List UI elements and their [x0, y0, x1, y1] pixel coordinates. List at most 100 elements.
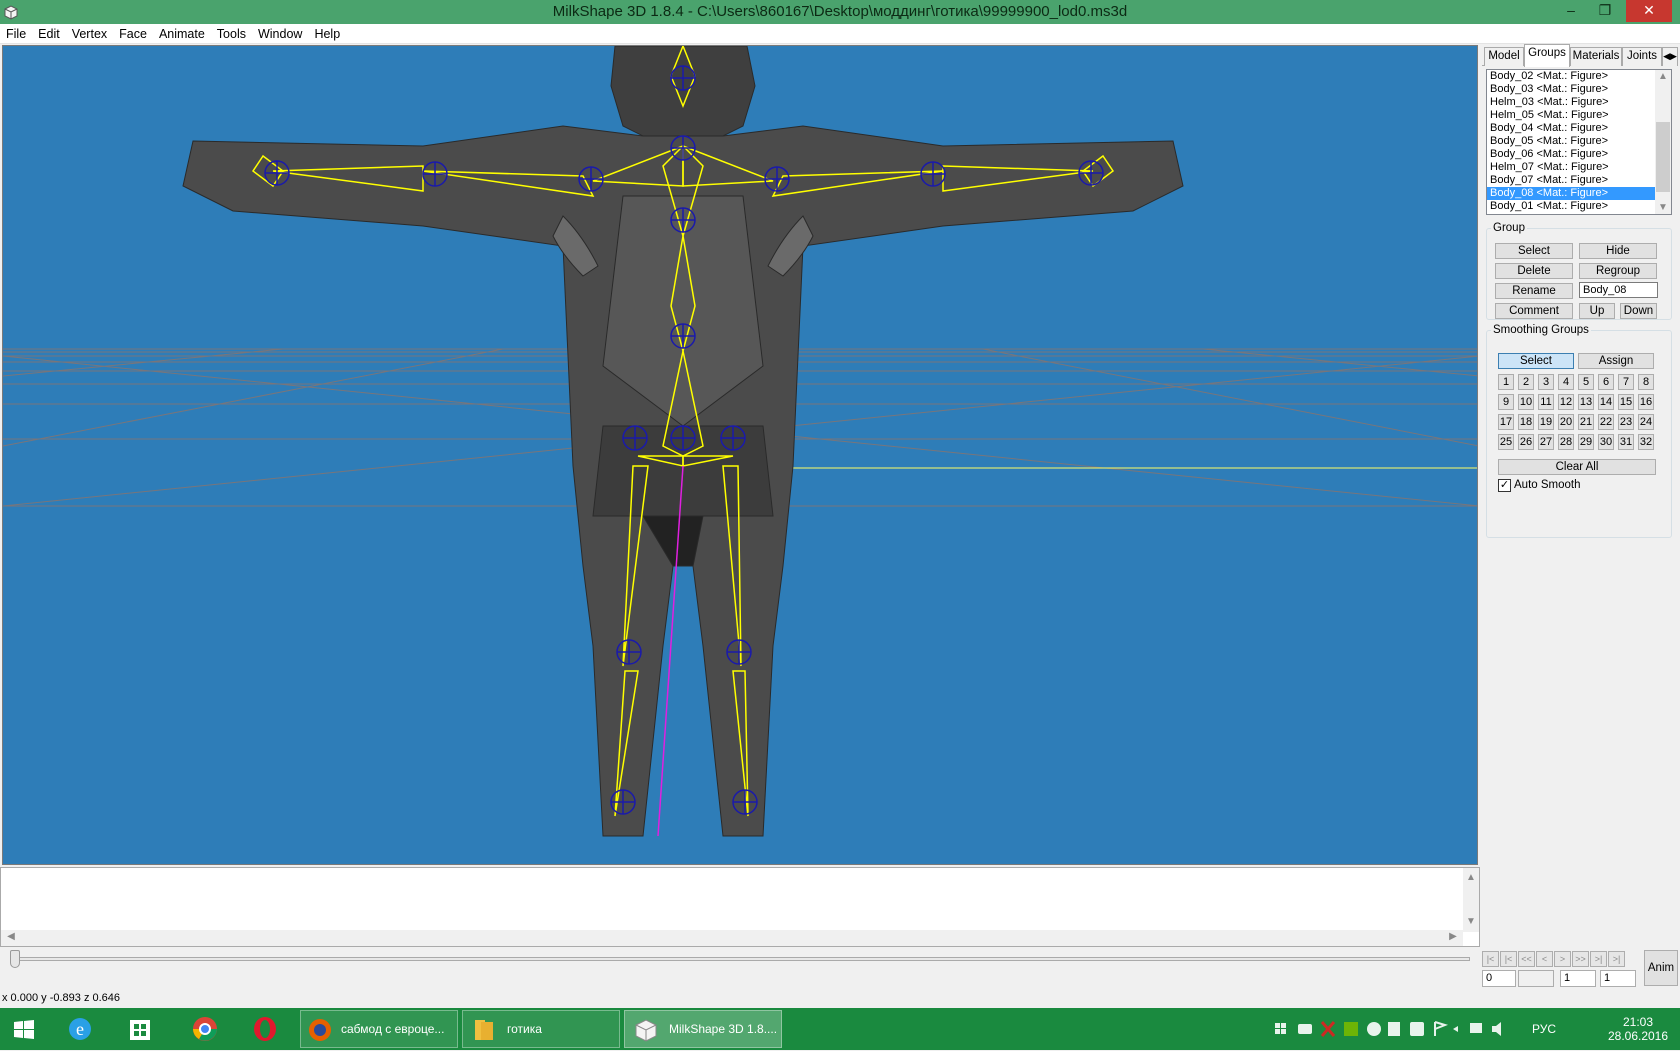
store-icon[interactable] [120, 1010, 160, 1048]
current-frame-field[interactable]: 0 [1482, 970, 1516, 987]
smoothing-group-button[interactable]: 12 [1558, 394, 1574, 410]
smoothing-group-button[interactable]: 27 [1538, 434, 1554, 450]
menu-help[interactable]: Help [308, 24, 346, 44]
group-rename-button[interactable]: Rename [1495, 283, 1573, 299]
smoothing-group-button[interactable]: 9 [1498, 394, 1514, 410]
menu-file[interactable]: File [0, 24, 32, 44]
taskbar-milkshape[interactable]: MilkShape 3D 1.8.... [624, 1010, 782, 1048]
menu-tools[interactable]: Tools [211, 24, 252, 44]
smoothing-group-button[interactable]: 11 [1538, 394, 1554, 410]
smoothing-group-button[interactable]: 8 [1638, 374, 1654, 390]
smoothing-group-button[interactable]: 13 [1578, 394, 1594, 410]
menu-face[interactable]: Face [113, 24, 153, 44]
opera-icon[interactable] [245, 1010, 285, 1048]
group-hide-button[interactable]: Hide [1579, 243, 1657, 259]
list-item-selected[interactable]: Body_08 <Mat.: Figure> [1487, 187, 1671, 200]
smoothing-group-button[interactable]: 17 [1498, 414, 1514, 430]
list-item[interactable]: Body_01 <Mat.: Figure> [1487, 200, 1671, 213]
scroll-down-icon[interactable]: ▼ [1463, 916, 1479, 927]
log-horizontal-scrollbar[interactable]: ◀ ▶ [1, 930, 1463, 946]
scroll-up-icon[interactable]: ▲ [1463, 872, 1479, 883]
taskbar-firefox[interactable]: сабмод с евроце... [300, 1010, 458, 1048]
smoothing-group-button[interactable]: 10 [1518, 394, 1534, 410]
chrome-icon[interactable] [185, 1010, 225, 1048]
list-item[interactable]: Helm_07 <Mat.: Figure> [1487, 161, 1671, 174]
smoothing-group-button[interactable]: 18 [1518, 414, 1534, 430]
next-frame-button[interactable]: > [1554, 951, 1571, 967]
smoothing-group-button[interactable]: 4 [1558, 374, 1574, 390]
start-frame-field[interactable]: 1 [1560, 970, 1596, 987]
list-item[interactable]: Helm_05 <Mat.: Figure> [1487, 109, 1671, 122]
tab-materials[interactable]: Materials [1570, 47, 1622, 66]
start-button[interactable] [6, 1010, 42, 1048]
smoothing-group-button[interactable]: 28 [1558, 434, 1574, 450]
prev-key-button[interactable]: |< [1500, 951, 1517, 967]
smoothing-group-button[interactable]: 23 [1618, 414, 1634, 430]
smoothing-group-button[interactable]: 21 [1578, 414, 1594, 430]
smoothing-group-button[interactable]: 24 [1638, 414, 1654, 430]
minimize-button[interactable]: – [1556, 0, 1586, 22]
group-comment-button[interactable]: Comment [1495, 303, 1573, 319]
smoothing-select-button[interactable]: Select [1498, 353, 1574, 369]
anim-button[interactable]: Anim [1644, 950, 1678, 986]
menu-animate[interactable]: Animate [153, 24, 211, 44]
tab-model[interactable]: Model [1484, 47, 1524, 66]
menu-edit[interactable]: Edit [32, 24, 66, 44]
prev-frame-button[interactable]: < [1536, 951, 1553, 967]
smoothing-group-button[interactable]: 15 [1618, 394, 1634, 410]
list-item[interactable]: Body_02 <Mat.: Figure> [1487, 70, 1671, 83]
smoothing-group-button[interactable]: 1 [1498, 374, 1514, 390]
smoothing-group-button[interactable]: 19 [1538, 414, 1554, 430]
group-regroup-button[interactable]: Regroup [1579, 263, 1657, 279]
scroll-down-icon[interactable]: ▼ [1655, 202, 1671, 213]
smoothing-group-button[interactable]: 30 [1598, 434, 1614, 450]
list-scroll-thumb[interactable] [1656, 122, 1670, 192]
last-frame-button[interactable]: >| [1608, 951, 1625, 967]
rewind-button[interactable]: << [1518, 951, 1535, 967]
language-indicator[interactable]: РУС [1532, 1022, 1556, 1036]
smoothing-group-button[interactable]: 31 [1618, 434, 1634, 450]
auto-smooth-checkbox[interactable]: ✓ [1498, 479, 1511, 492]
list-item[interactable]: Body_03 <Mat.: Figure> [1487, 83, 1671, 96]
fast-forward-button[interactable]: >> [1572, 951, 1589, 967]
timeline-track[interactable] [10, 957, 1470, 961]
smoothing-group-button[interactable]: 22 [1598, 414, 1614, 430]
list-item[interactable]: Helm_03 <Mat.: Figure> [1487, 96, 1671, 109]
list-item[interactable]: Body_07 <Mat.: Figure> [1487, 174, 1671, 187]
list-scrollbar[interactable]: ▲ ▼ [1655, 70, 1671, 214]
list-item[interactable]: Body_04 <Mat.: Figure> [1487, 122, 1671, 135]
smoothing-group-button[interactable]: 6 [1598, 374, 1614, 390]
smoothing-group-button[interactable]: 14 [1598, 394, 1614, 410]
smoothing-group-button[interactable]: 29 [1578, 434, 1594, 450]
smoothing-group-button[interactable]: 32 [1638, 434, 1654, 450]
maximize-button[interactable]: ❐ [1590, 0, 1620, 22]
group-down-button[interactable]: Down [1620, 303, 1657, 319]
close-button[interactable]: ✕ [1626, 0, 1672, 22]
smoothing-group-button[interactable]: 5 [1578, 374, 1594, 390]
smoothing-group-button[interactable]: 16 [1638, 394, 1654, 410]
log-vertical-scrollbar[interactable]: ▲ ▼ [1463, 868, 1479, 932]
animation-timeline[interactable] [0, 948, 1476, 988]
tab-scroll-icon[interactable]: ◀▶ [1662, 47, 1678, 66]
taskbar-folder[interactable]: готика [462, 1010, 620, 1048]
internet-explorer-icon[interactable]: e [60, 1010, 100, 1048]
clear-all-button[interactable]: Clear All [1498, 459, 1656, 475]
list-item[interactable]: Body_06 <Mat.: Figure> [1487, 148, 1671, 161]
end-frame-field[interactable]: 1 [1600, 970, 1636, 987]
smoothing-group-button[interactable]: 25 [1498, 434, 1514, 450]
tray-icons[interactable] [1270, 1008, 1530, 1050]
smoothing-group-button[interactable]: 2 [1518, 374, 1534, 390]
tab-joints[interactable]: Joints [1622, 47, 1662, 66]
timeline-thumb[interactable] [10, 950, 20, 968]
smoothing-group-button[interactable]: 3 [1538, 374, 1554, 390]
scroll-up-icon[interactable]: ▲ [1655, 71, 1671, 82]
next-key-button[interactable]: >| [1590, 951, 1607, 967]
group-up-button[interactable]: Up [1579, 303, 1615, 319]
scroll-left-icon[interactable]: ◀ [3, 931, 19, 942]
menu-window[interactable]: Window [252, 24, 308, 44]
smoothing-group-button[interactable]: 7 [1618, 374, 1634, 390]
group-name-field[interactable]: Body_08 [1579, 282, 1658, 298]
list-item[interactable]: Body_05 <Mat.: Figure> [1487, 135, 1671, 148]
groups-list[interactable]: Body_02 <Mat.: Figure> Body_03 <Mat.: Fi… [1486, 69, 1672, 215]
tab-groups[interactable]: Groups [1524, 44, 1570, 67]
